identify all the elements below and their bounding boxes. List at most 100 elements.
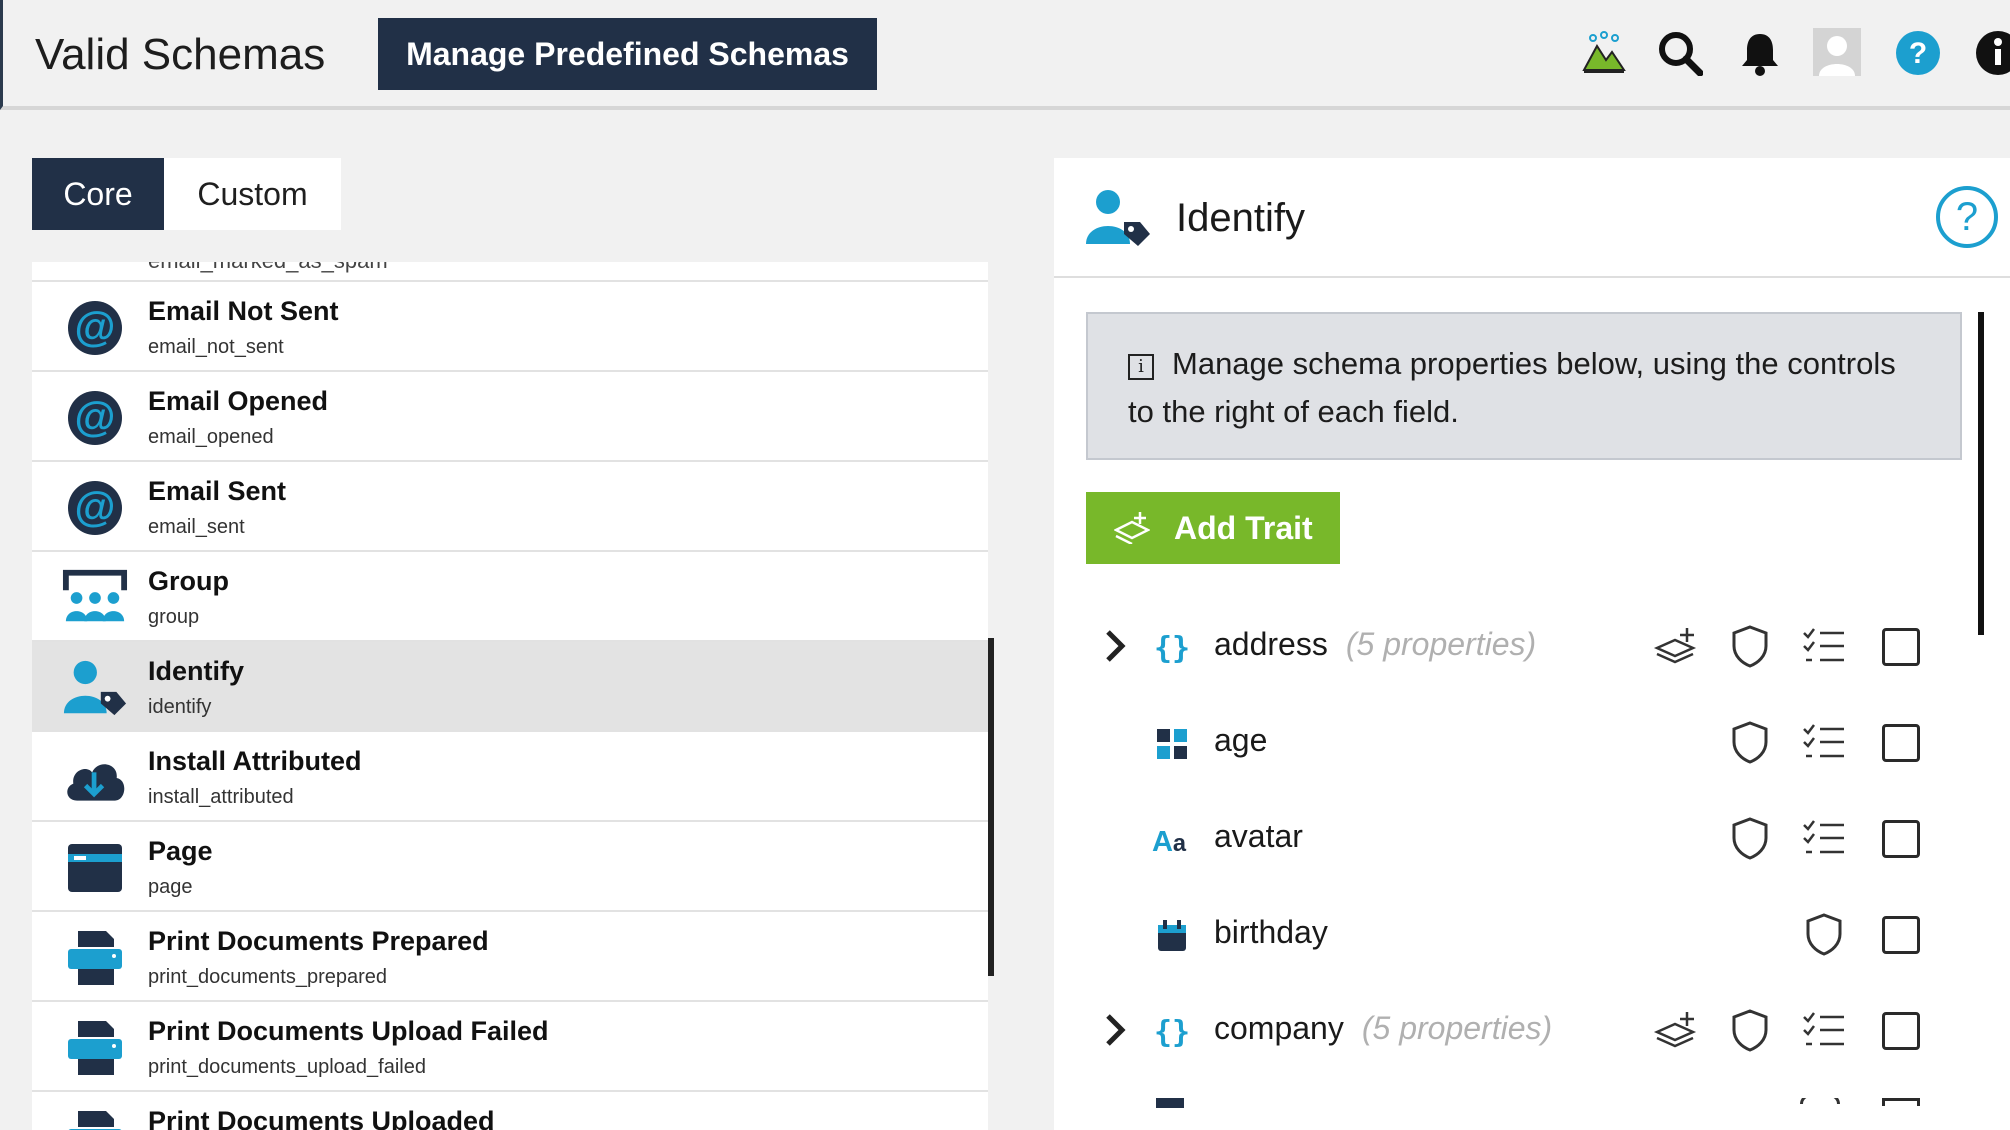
cloud-download-icon [62,748,128,808]
string-icon: Aa [1152,820,1192,860]
svg-text:@: @ [75,483,116,530]
at-icon: @ [62,298,128,358]
list-item-slug: email_marked_as_spam [148,262,388,274]
list-item[interactable]: Print Documents Uploaded [32,1092,988,1130]
date-icon [1152,916,1192,956]
search-icon[interactable] [1655,28,1705,78]
add-trait-label: Add Trait [1174,509,1313,546]
list-item-selected[interactable]: Identify identify [32,642,988,732]
info-text: Manage schema properties below, using th… [1128,346,1896,429]
property-checkbox[interactable] [1882,916,1920,954]
add-trait-button[interactable]: Add Trait [1086,492,1340,564]
at-icon: @ [62,478,128,538]
list-item-slug: email_opened [148,426,274,448]
add-layer-icon[interactable] [1652,622,1700,670]
list-item[interactable]: @ Email Opened email_opened [32,372,988,462]
page-icon [62,838,128,898]
bell-icon[interactable] [1735,28,1785,78]
shield-icon[interactable] [1800,1098,1840,1104]
property-name: address [1214,626,1328,662]
info-banner: i Manage schema properties below, using t… [1086,312,1962,460]
list-item[interactable]: Print Documents Prepared print_documents… [32,912,988,1002]
property-name: avatar [1214,818,1303,854]
list-item-name: Install Attributed [148,746,362,776]
svg-text:{}: {} [1154,631,1190,665]
list-item-slug: email_sent [148,516,245,538]
detail-scrollbar[interactable] [1978,312,1984,635]
printer-icon [62,1108,128,1130]
property-row-age: age [1054,694,2010,790]
property-name: birthday [1214,914,1328,950]
list-item[interactable]: Page page [32,822,988,912]
add-layer-icon[interactable] [1652,1006,1700,1054]
list-item[interactable]: @ Email Sent email_sent [32,462,988,552]
list-item-name: Print Documents Prepared [148,926,489,956]
property-name: age [1214,722,1268,758]
svg-text:?: ? [1909,37,1927,70]
source-icon[interactable] [1579,28,1629,78]
list-item-name: Email Not Sent [148,296,339,326]
identify-icon [1084,188,1152,253]
property-checkbox[interactable] [1882,1012,1920,1050]
list-item[interactable]: Install Attributed install_attributed [32,732,988,822]
add-layer-icon [1114,512,1150,544]
help-icon[interactable]: ? [1893,28,1943,78]
svg-text:@: @ [75,303,116,350]
chevron-right-icon[interactable] [1104,628,1128,669]
list-item[interactable]: @ Email Not Sent email_not_sent [32,282,988,372]
info-icon[interactable] [1973,28,2010,78]
printer-icon [62,928,128,988]
shield-icon[interactable] [1726,1006,1774,1054]
list-item-slug: install_attributed [148,786,294,808]
avatar[interactable] [1813,28,1861,76]
property-checkbox[interactable] [1882,1098,1920,1106]
help-circle-icon[interactable]: ? [1936,186,1998,248]
shield-icon[interactable] [1726,718,1774,766]
svg-text:{}: {} [1154,1015,1190,1049]
detail-header: Identify ? [1054,158,2010,278]
svg-text:@: @ [75,393,116,440]
svg-text:A: A [1152,826,1173,856]
list-item-partial[interactable]: email_marked_as_spam [32,262,988,282]
checklist-icon[interactable] [1800,718,1848,766]
list-item[interactable]: Group group [32,552,988,642]
list-item-name: Email Sent [148,476,287,506]
svg-text:a: a [1173,831,1187,856]
checklist-icon[interactable] [1800,1006,1848,1054]
property-name: company [1214,1010,1344,1046]
tab-custom[interactable]: Custom [164,158,341,230]
property-checkbox[interactable] [1882,628,1920,666]
checklist-icon[interactable] [1800,622,1848,670]
event-list: email_marked_as_spam @ Email Not Sent em… [32,262,988,1130]
list-item-slug: print_documents_prepared [148,966,388,988]
chevron-right-icon[interactable] [1104,1012,1128,1053]
property-count: (5 properties) [1361,1010,1553,1046]
list-scrollbar[interactable] [988,638,994,976]
object-icon: {} [1152,628,1192,668]
list-item-name: Print Documents Uploaded [148,1106,495,1130]
shield-icon[interactable] [1726,814,1774,862]
list-item-name: Page [148,836,213,866]
list-item[interactable]: Print Documents Upload Failed print_docu… [32,1002,988,1092]
list-item-slug: group [148,606,200,628]
list-item-slug: page [148,876,193,898]
property-checkbox[interactable] [1882,724,1920,762]
top-bar: Valid Schemas Manage Predefined Schemas [0,0,2010,110]
list-item-name: Group [148,566,229,596]
list-item-name: Print Documents Upload Failed [148,1016,549,1046]
property-count: (5 properties) [1345,626,1537,662]
shield-icon[interactable] [1726,622,1774,670]
list-item-name: Identify [148,656,245,686]
identify-icon [62,658,128,718]
shield-icon[interactable] [1800,910,1848,958]
object-icon: {} [1152,1012,1192,1052]
date-icon [1156,1098,1184,1108]
page-title: Valid Schemas [35,30,326,79]
property-row-partial [1054,1098,2010,1130]
property-checkbox[interactable] [1882,820,1920,858]
checklist-icon[interactable] [1800,814,1848,862]
manage-predefined-schemas-button[interactable]: Manage Predefined Schemas [378,18,877,90]
tab-core[interactable]: Core [32,158,164,230]
list-item-slug: identify [148,696,212,718]
property-row-company: {} company (5 properties) [1054,982,2010,1078]
